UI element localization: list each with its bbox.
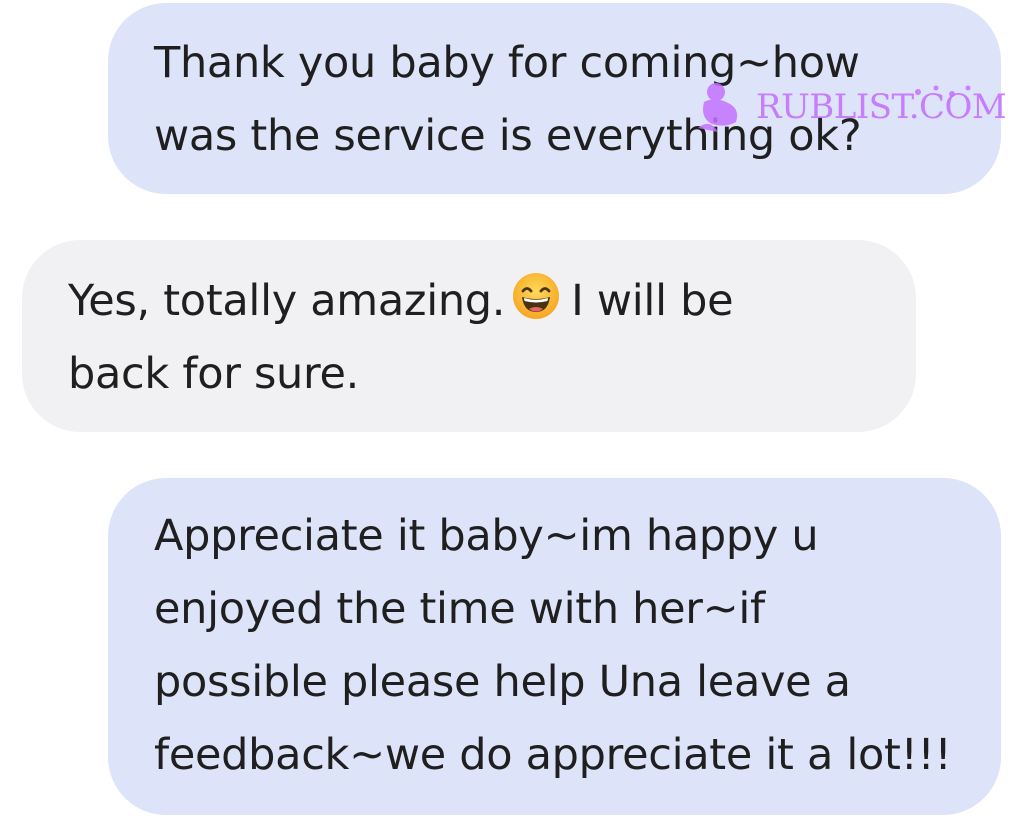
message-text: Yes, totally amazing. [68, 276, 506, 326]
incoming-message-bubble[interactable]: Yes, totally amazing. I will be back for… [22, 240, 916, 432]
grinning-face-with-smiling-eyes-icon [513, 273, 560, 319]
outgoing-message-bubble[interactable]: Appreciate it baby~im happy u enjoyed th… [108, 478, 1001, 815]
outgoing-message-bubble[interactable]: Thank you baby for coming~how was the se… [108, 3, 1001, 194]
